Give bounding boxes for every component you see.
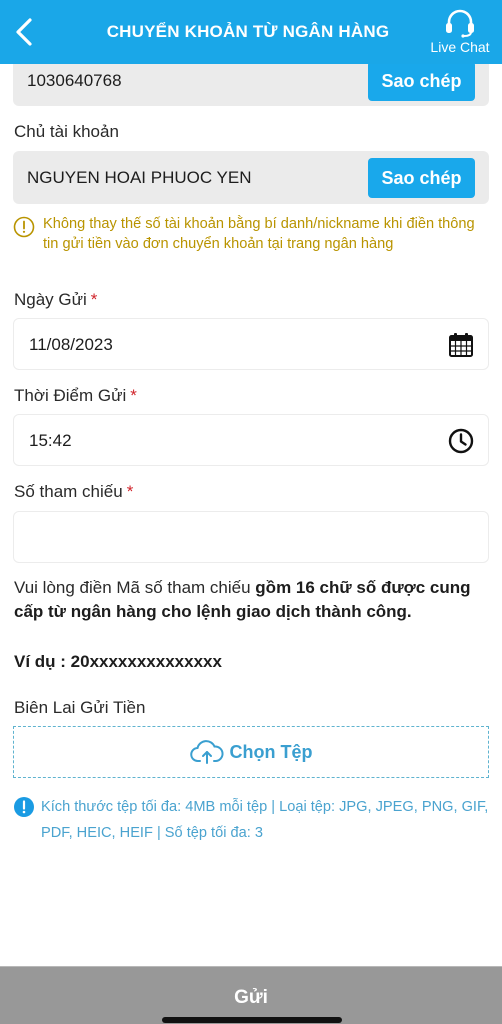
account-holder-row: NGUYEN HOAI PHUOC YEN Sao chép bbox=[13, 151, 489, 204]
home-indicator bbox=[162, 1017, 342, 1023]
time-value: 15:42 bbox=[29, 431, 72, 450]
headset-icon bbox=[446, 9, 474, 38]
required-mark: * bbox=[126, 482, 134, 501]
account-holder-label: Chủ tài khoản bbox=[14, 122, 119, 141]
time-field[interactable]: 15:42 bbox=[13, 414, 489, 466]
instructions-prefix: Vui lòng điền Mã số tham chiếu bbox=[14, 578, 256, 597]
choose-file-label: Chọn Tệp bbox=[229, 741, 313, 762]
reference-example: Ví dụ : 20xxxxxxxxxxxxxx bbox=[14, 652, 222, 671]
nickname-warning: Không thay thế số tài khoản bằng bí danh… bbox=[13, 214, 483, 254]
header-bar: CHUYỂN KHOẢN TỪ NGÂN HÀNG Live Chat bbox=[0, 0, 502, 64]
reference-label: Số tham chiếu * bbox=[14, 482, 133, 502]
reference-label-text: Số tham chiếu bbox=[14, 482, 123, 501]
time-label: Thời Điểm Gửi * bbox=[14, 386, 137, 406]
exclamation-circle-icon bbox=[13, 216, 35, 238]
clock-icon[interactable] bbox=[448, 428, 474, 454]
cloud-upload-icon bbox=[189, 740, 224, 764]
required-mark: * bbox=[130, 386, 137, 405]
account-holder-value: NGUYEN HOAI PHUOC YEN bbox=[27, 168, 252, 187]
live-chat-label: Live Chat bbox=[430, 39, 490, 55]
submit-label: Gửi bbox=[234, 987, 268, 1008]
required-mark: * bbox=[90, 290, 98, 309]
date-label-text: Ngày Gửi bbox=[14, 290, 87, 309]
date-label: Ngày Gửi * bbox=[14, 290, 97, 310]
choose-file-button[interactable]: Chọn Tệp bbox=[13, 726, 489, 778]
time-label-text: Thời Điểm Gửi bbox=[14, 386, 127, 405]
warning-text: Không thay thế số tài khoản bằng bí danh… bbox=[43, 216, 475, 252]
copy-account-holder-button[interactable]: Sao chép bbox=[368, 158, 475, 198]
info-circle-icon bbox=[14, 797, 34, 817]
account-number-value: 1030640768 bbox=[27, 71, 122, 90]
file-requirements-text: Kích thước tệp tối đa: 4MB mỗi tệp | Loạ… bbox=[41, 799, 489, 841]
submit-button[interactable]: Gửi bbox=[0, 966, 502, 1024]
calendar-icon[interactable] bbox=[448, 332, 474, 358]
date-field[interactable]: 11/08/2023 bbox=[13, 318, 489, 370]
reference-instructions: Vui lòng điền Mã số tham chiếu gồm 16 ch… bbox=[14, 576, 490, 624]
file-requirements: Kích thước tệp tối đa: 4MB mỗi tệp | Loạ… bbox=[13, 794, 489, 846]
reference-input[interactable] bbox=[13, 511, 489, 563]
live-chat-button[interactable]: Live Chat bbox=[424, 6, 496, 60]
receipt-label: Biên Lai Gửi Tiền bbox=[14, 698, 146, 717]
date-value: 11/08/2023 bbox=[29, 335, 113, 354]
copy-account-number-button[interactable]: Sao chép bbox=[368, 61, 475, 101]
